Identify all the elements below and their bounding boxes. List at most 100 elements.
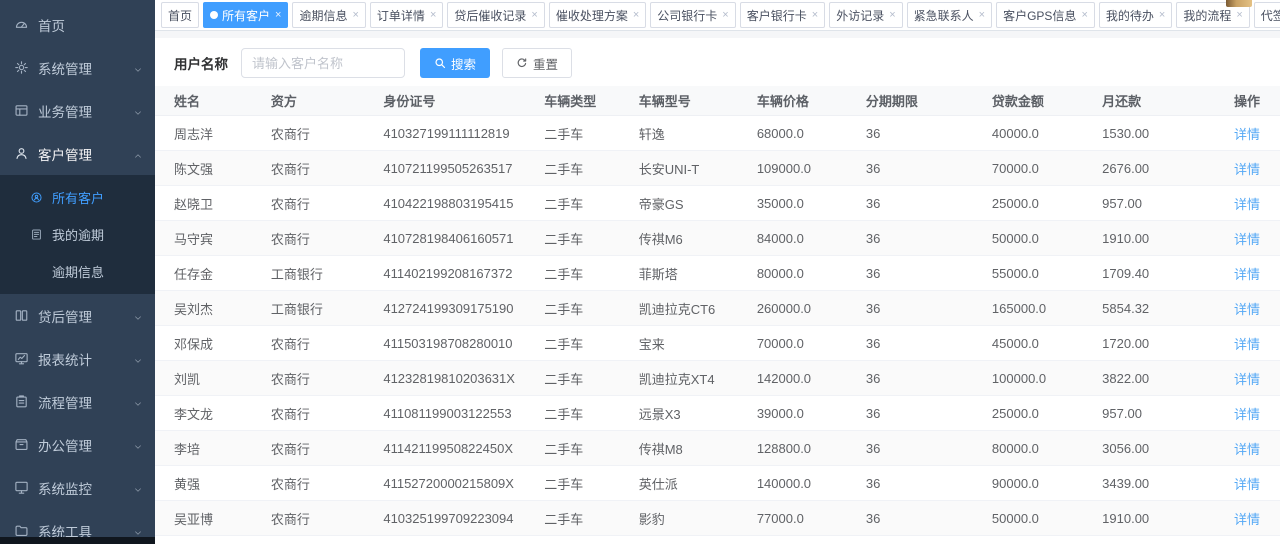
cell-vehicle-price: 109000.0	[757, 151, 866, 186]
cell-vehicle-price: 84000.0	[757, 221, 866, 256]
detail-link[interactable]: 详情	[1234, 197, 1260, 212]
sidebar-clipped-item	[0, 537, 155, 544]
cell-funder: 农商行	[271, 536, 383, 544]
sidebar-item-report-statistics[interactable]: 报表统计	[0, 337, 155, 380]
tab-collection-handling-plan[interactable]: 催收处理方案×	[549, 2, 646, 28]
cell-monthly-payment: 1720.00	[1102, 326, 1196, 361]
tab-emergency-contacts[interactable]: 紧急联系人×	[907, 2, 992, 28]
cell-action: 详情	[1197, 326, 1280, 361]
tab-order-detail[interactable]: 订单详情×	[370, 2, 443, 28]
close-icon[interactable]: ×	[812, 10, 818, 21]
cell-monthly-payment: 1910.00	[1102, 221, 1196, 256]
cell-action: 详情	[1197, 186, 1280, 221]
sidebar-item-all-customers[interactable]: 所有客户	[0, 179, 155, 216]
search-toolbar: 用户名称 搜索 重置	[155, 38, 1280, 79]
detail-link[interactable]: 详情	[1234, 162, 1260, 177]
cell-action: 详情	[1197, 396, 1280, 431]
cell-loan-amount: 45000.0	[992, 326, 1102, 361]
column-header: 操作	[1197, 86, 1280, 116]
cell-action: 详情	[1197, 151, 1280, 186]
sidebar-item-overdue-info[interactable]: 逾期信息	[0, 253, 155, 290]
tab-home[interactable]: 首页	[161, 2, 199, 28]
close-icon[interactable]: ×	[275, 10, 281, 21]
detail-link[interactable]: 详情	[1234, 127, 1260, 142]
reset-button[interactable]: 重置	[502, 48, 572, 78]
sidebar-item-home[interactable]: 首页	[0, 3, 155, 46]
detail-link[interactable]: 详情	[1234, 512, 1260, 527]
tab-all-customers[interactable]: 所有客户×	[203, 2, 288, 28]
cell-loan-amount: 55000.0	[992, 256, 1102, 291]
tab-customer-bank-card[interactable]: 客户银行卡×	[740, 2, 825, 28]
sidebar-item-system-monitor[interactable]: 系统监控	[0, 466, 155, 509]
cell-term	[866, 536, 992, 544]
cell-funder: 农商行	[271, 431, 383, 466]
close-icon[interactable]: ×	[531, 10, 537, 21]
cell-id-number	[383, 536, 544, 544]
cell-vehicle-type: 二手车	[544, 431, 638, 466]
cell-name: 王银伟	[155, 536, 271, 544]
close-icon[interactable]: ×	[633, 10, 639, 21]
sidebar-item-my-overdue[interactable]: 我的逾期	[0, 216, 155, 253]
cell-vehicle-model: 凯迪拉克CT6	[639, 291, 757, 326]
sidebar-item-office-management[interactable]: 办公管理	[0, 423, 155, 466]
detail-link[interactable]: 详情	[1234, 407, 1260, 422]
tab-overdue-info[interactable]: 逾期信息×	[292, 2, 365, 28]
tab-visit-records[interactable]: 外访记录×	[829, 2, 902, 28]
cell-vehicle-model: 凯迪拉克XT4	[639, 361, 757, 396]
avatar[interactable]	[1226, 0, 1252, 7]
table-row: 任存金工商银行411402199208167372二手车菲斯塔80000.036…	[155, 256, 1280, 291]
cell-vehicle-model: 宝来	[639, 326, 757, 361]
cell-funder: 工商银行	[271, 256, 383, 291]
tab-company-bank-card[interactable]: 公司银行卡×	[650, 2, 735, 28]
sidebar-item-business-management[interactable]: 业务管理	[0, 89, 155, 132]
tab-delegate-sign-tasks[interactable]: 代签任务×	[1254, 2, 1280, 28]
tab-my-todo[interactable]: 我的待办×	[1099, 2, 1172, 28]
close-icon[interactable]: ×	[979, 10, 985, 21]
search-button[interactable]: 搜索	[420, 48, 490, 78]
refresh-icon	[516, 57, 528, 69]
cell-monthly-payment: 1530.00	[1102, 116, 1196, 151]
sidebar-item-process-management[interactable]: 流程管理	[0, 380, 155, 423]
sidebar-item-label: 首页	[38, 15, 65, 35]
detail-link[interactable]: 详情	[1234, 232, 1260, 247]
tab-bar: 首页所有客户×逾期信息×订单详情×贷后催收记录×催收处理方案×公司银行卡×客户银…	[155, 0, 1280, 31]
cell-vehicle-price: 142000.0	[757, 361, 866, 396]
active-tab-dot	[210, 11, 218, 19]
close-icon[interactable]: ×	[1236, 10, 1242, 21]
cell-vehicle-model: 影豹	[639, 501, 757, 536]
close-icon[interactable]: ×	[1159, 10, 1165, 21]
detail-link[interactable]: 详情	[1234, 267, 1260, 282]
detail-link[interactable]: 详情	[1234, 372, 1260, 387]
close-icon[interactable]: ×	[889, 10, 895, 21]
cell-vehicle-price: 128800.0	[757, 431, 866, 466]
cell-vehicle-price: 80000.0	[757, 256, 866, 291]
sidebar-item-customer-management[interactable]: 客户管理	[0, 132, 155, 175]
cell-term: 36	[866, 151, 992, 186]
sidebar-item-label: 业务管理	[38, 101, 92, 121]
sidebar-item-post-loan-management[interactable]: 贷后管理	[0, 294, 155, 337]
search-button-label: 搜索	[451, 54, 476, 73]
close-icon[interactable]: ×	[352, 10, 358, 21]
table-row: 刘凯农商行41232819810203631X二手车凯迪拉克XT4142000.…	[155, 361, 1280, 396]
detail-link[interactable]: 详情	[1234, 302, 1260, 317]
customer-name-input[interactable]	[241, 48, 405, 78]
tab-customer-gps-info[interactable]: 客户GPS信息×	[996, 2, 1095, 28]
cell-funder: 农商行	[271, 326, 383, 361]
sidebar-item-label: 系统管理	[38, 58, 92, 78]
detail-link[interactable]: 详情	[1234, 477, 1260, 492]
cell-id-number: 412724199309175190	[383, 291, 544, 326]
sidebar-item-system-management[interactable]: 系统管理	[0, 46, 155, 89]
cell-vehicle-type: 二手车	[544, 221, 638, 256]
close-icon[interactable]: ×	[722, 10, 728, 21]
table-header-row: 姓名资方身份证号车辆类型车辆型号车辆价格分期期限贷款金额月还款操作	[155, 86, 1280, 116]
tab-post-loan-collection-records[interactable]: 贷后催收记录×	[447, 2, 544, 28]
home-dashboard-icon	[14, 17, 29, 32]
cell-action: 详情	[1197, 116, 1280, 151]
detail-link[interactable]: 详情	[1234, 442, 1260, 457]
detail-link[interactable]: 详情	[1234, 337, 1260, 352]
cell-loan-amount: 50000.0	[992, 221, 1102, 256]
cell-name: 任存金	[155, 256, 271, 291]
close-icon[interactable]: ×	[430, 10, 436, 21]
close-icon[interactable]: ×	[1081, 10, 1087, 21]
cell-id-number: 410728198406160571	[383, 221, 544, 256]
